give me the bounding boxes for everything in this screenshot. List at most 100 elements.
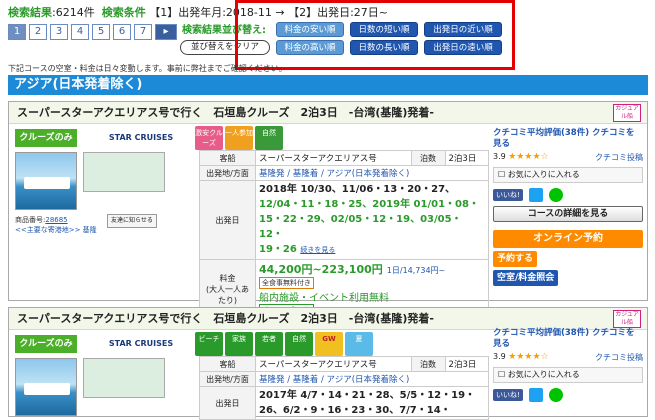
cruise-title[interactable]: スーパースターアクエリアス号で行く 石垣島クルーズ 2泊3日 -台湾(基隆)発着… (9, 102, 647, 124)
page-6[interactable]: 6 (113, 24, 131, 40)
area-key: 出発地/方面 (199, 165, 256, 181)
post-review-link[interactable]: クチコミ投稿 (595, 152, 643, 163)
cruise-card: スーパースターアクエリアス号で行く 石垣島クルーズ 2泊3日 -台湾(基隆)発着… (8, 307, 648, 420)
product-number: 商品番号:28685 (15, 215, 68, 225)
cruise-only-label: クルーズのみ (15, 335, 77, 353)
casual-ship-badge: カジュアル船 (613, 310, 641, 328)
badge-solo: 一人参加 (225, 126, 253, 150)
notice-text: 下記コースの空室・料金は日々変動します。事前に弊社までご確認ください。 (8, 64, 287, 73)
badge-discount: 激安クルーズ (195, 126, 223, 150)
review-average-link[interactable]: クチコミ平均評価(38件) クチコミを見る (493, 328, 643, 350)
page-7[interactable]: 7 (134, 24, 152, 40)
ship-value: スーパースターアクエリアス号 (255, 356, 412, 372)
result-count: :6214件 (52, 6, 95, 19)
facebook-like-button[interactable]: いいね! (493, 389, 523, 401)
badge-family: 家族 (225, 332, 253, 356)
cruise-info-table: 客船 スーパースターアクエリアス号 泊数 2泊3日 出発地/方面 基隆発 / 基隆着 /… (199, 356, 490, 420)
favorite-label: お気に入りに入れる (507, 170, 580, 179)
show-more-link[interactable]: 続きを見る (300, 246, 335, 254)
line-icon[interactable] (548, 188, 563, 202)
course-detail-button[interactable]: コースの詳細を見る (493, 206, 643, 222)
ship-photo[interactable] (15, 358, 77, 416)
price-per-day: 1日/14,734円~ (386, 266, 446, 275)
availability-button[interactable]: 空室/料金照会 (493, 270, 559, 286)
area-value: 基隆発 / 基隆着 / アジア(日本発着除く) (255, 165, 489, 181)
product-label: 商品番号: (15, 216, 46, 224)
nights-key: 泊数 (410, 150, 446, 166)
ship-photo[interactable] (15, 152, 77, 210)
nights-value: 2泊3日 (444, 356, 490, 372)
dep-line-2: 12/04・11・18・25、2019年 01/01・08・ (259, 199, 479, 210)
page-2[interactable]: 2 (29, 24, 47, 40)
social-buttons: いいね! (493, 187, 643, 203)
badge-nature: 自然 (255, 126, 283, 150)
page-5[interactable]: 5 (92, 24, 110, 40)
dep-line-1: 2018年 10/30、11/06・13・20・27、 (259, 184, 456, 195)
ship-value: スーパースターアクエリアス号 (255, 150, 412, 166)
cond-label: 検索条件 (101, 6, 146, 19)
review-panel: クチコミ平均評価(38件) クチコミを見る 3.9 ★★★★☆ クチコミ投稿 ☐ … (493, 128, 643, 286)
departure-key: 出発日 (199, 386, 256, 420)
next-page-button[interactable]: ▸ (155, 24, 177, 40)
departure-dates: 2017年 4/7・14・21・28、5/5・12・19・ 26、6/2・9・1… (255, 386, 489, 420)
region-header: アジア(日本発着除く) (8, 75, 648, 95)
highlight-box (235, 0, 515, 70)
cruise-only-label: クルーズのみ (15, 129, 77, 147)
dep-line-1: 2017年 4/7・14・21・28、5/5・12・19・ (259, 390, 476, 401)
ship-key: 客船 (199, 356, 256, 372)
price-range: 44,200円~223,100円 (259, 263, 383, 276)
page-3[interactable]: 3 (50, 24, 68, 40)
page-4[interactable]: 4 (71, 24, 89, 40)
line-icon[interactable] (548, 388, 563, 402)
rating-value: 3.9 (493, 152, 506, 161)
product-number-link[interactable]: 28685 (45, 216, 67, 224)
nights-value: 2泊3日 (444, 150, 490, 166)
add-favorite-button[interactable]: ☐ お気に入りに入れる (493, 167, 643, 183)
social-buttons: いいね! (493, 387, 643, 403)
online-booking-button[interactable]: オンライン予約 (493, 230, 643, 248)
badge-beach: ビーチ (195, 332, 223, 356)
review-panel: クチコミ平均評価(38件) クチコミを見る 3.9 ★★★★☆ クチコミ投稿 ☐ … (493, 328, 643, 403)
checkbox-icon: ☐ (498, 370, 508, 379)
cruise-title[interactable]: スーパースターアクエリアス号で行く 石垣島クルーズ 2泊3日 -台湾(基隆)発着… (9, 308, 647, 330)
checkbox-icon: ☐ (498, 170, 508, 179)
ship-key: 客船 (199, 150, 256, 166)
route-map[interactable] (83, 358, 165, 398)
twitter-icon[interactable] (528, 188, 543, 202)
star-rating-icon: ★★★★☆ (508, 352, 549, 362)
all-meals-tag: 全食事無料付き (259, 277, 314, 289)
badge-youth: 若者 (255, 332, 283, 356)
main-ports: <<主要な寄港地>> 基隆 (15, 226, 97, 234)
twitter-icon[interactable] (528, 388, 543, 402)
result-label: 検索結果 (8, 6, 52, 19)
star-cruises-logo: STAR CRUISES (108, 339, 174, 348)
pagination: 1 2 3 4 5 6 7 ▸ (8, 24, 177, 40)
onboard-free-text: 船内施設・イベント利用無料 (259, 293, 389, 304)
casual-ship-badge: カジュアル船 (613, 104, 641, 122)
add-favorite-button[interactable]: ☐ お気に入りに入れる (493, 367, 643, 383)
reserve-button[interactable]: 予約する (493, 251, 538, 267)
dep-line-4: 19・26 (259, 244, 297, 255)
area-key: 出発地/方面 (199, 371, 256, 387)
badge-gw: GW (315, 332, 343, 356)
departure-key: 出発日 (199, 180, 256, 260)
star-cruises-logo: STAR CRUISES (108, 133, 174, 142)
review-average-link[interactable]: クチコミ平均評価(38件) クチコミを見る (493, 128, 643, 150)
rating-value: 3.9 (493, 352, 506, 361)
dep-line-3: 15・22・29、02/05・12・19、03/05・12・ (259, 214, 462, 240)
star-rating-icon: ★★★★☆ (508, 152, 549, 162)
area-value: 基隆発 / 基隆着 / アジア(日本発着除く) (255, 371, 489, 387)
cruise-info-table: 客船 スーパースターアクエリアス号 泊数 2泊3日 出発地/方面 基隆発 / 基隆着 /… (199, 150, 490, 319)
favorite-label: お気に入りに入れる (507, 370, 580, 379)
badge-nature: 自然 (285, 332, 313, 356)
nights-key: 泊数 (410, 356, 446, 372)
share-friend-button[interactable]: 友達に知らせる (107, 214, 157, 228)
badge-summer: 夏 (345, 332, 373, 356)
route-map[interactable] (83, 152, 165, 192)
cruise-card: スーパースターアクエリアス号で行く 石垣島クルーズ 2泊3日 -台湾(基隆)発着… (8, 101, 648, 319)
post-review-link[interactable]: クチコミ投稿 (595, 352, 643, 363)
page-1[interactable]: 1 (8, 24, 26, 40)
facebook-like-button[interactable]: いいね! (493, 189, 523, 201)
departure-dates: 2018年 10/30、11/06・13・20・27、 12/04・11・18・… (255, 180, 489, 260)
dep-line-2: 26、6/2・9・16・23・30、7/7・14・ (259, 405, 451, 416)
